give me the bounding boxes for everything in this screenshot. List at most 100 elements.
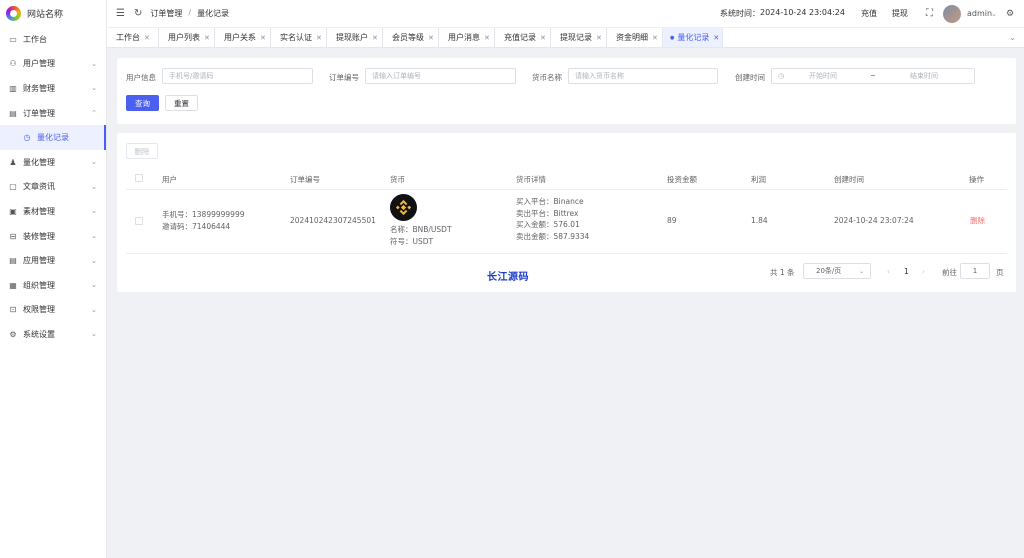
close-icon[interactable]: ✕: [428, 34, 434, 42]
sidebar-item-label: 装修管理: [23, 231, 55, 241]
sidebar-item-label: 组织管理: [23, 280, 55, 290]
sidebar-item-label: 用户管理: [23, 59, 55, 69]
chevron-down-icon[interactable]: ⌄: [991, 10, 997, 18]
breadcrumb-item[interactable]: 订单管理: [150, 8, 182, 19]
sidebar-item[interactable]: ⊡ 权限管理 ⌄: [0, 298, 106, 323]
date-range-picker[interactable]: ◷ 开始时间 ~ 结束时间: [771, 68, 975, 84]
close-icon[interactable]: ✕: [540, 34, 546, 42]
breadcrumb: 订单管理 / 量化记录: [150, 8, 229, 19]
col-profit: 利润: [751, 175, 766, 184]
recharge-link[interactable]: 充值: [861, 8, 877, 19]
close-icon[interactable]: ✕: [596, 34, 602, 42]
sidebar-item[interactable]: ♟ 量化管理 ⌄: [0, 150, 106, 175]
chevron-down-icon: ⌄: [91, 207, 97, 216]
sidebar-item[interactable]: ⊟ 装修管理 ⌄: [0, 224, 106, 249]
user-icon: ⚇: [9, 59, 17, 69]
sidebar-item-label: 素材管理: [23, 206, 55, 216]
created-cell: 2024-10-24 23:07:24: [834, 216, 914, 225]
tab[interactable]: 用户列表 ✕: [159, 28, 215, 47]
close-icon[interactable]: ✕: [713, 34, 719, 42]
app-icon: ▤: [9, 256, 17, 266]
breadcrumb-item: 量化记录: [197, 9, 230, 18]
tab[interactable]: 工作台 ✕: [107, 28, 159, 47]
tab[interactable]: 用户消息 ✕: [439, 28, 495, 47]
col-coin-detail: 货币详情: [516, 175, 546, 184]
row-checkbox[interactable]: [135, 217, 143, 225]
search-button[interactable]: 查询: [126, 95, 159, 111]
close-icon[interactable]: ✕: [652, 34, 658, 42]
close-icon[interactable]: ✕: [260, 34, 266, 42]
goto-page-input[interactable]: 1: [960, 263, 990, 279]
tabs-dropdown-icon[interactable]: ⌄: [1009, 33, 1016, 42]
prev-page-icon[interactable]: ‹: [887, 267, 890, 276]
sidebar-item[interactable]: ▤ 订单管理 ⌃: [0, 101, 106, 126]
avatar[interactable]: [943, 4, 961, 23]
sidebar: 网站名称 ▭ 工作台 ⚇ 用户管理 ⌄ ▥ 财务管理 ⌄ ▤ 订单管理 ⌃ ◷ 量化记录 ♟ 量化管理 ⌄ ▢ 文…: [0, 0, 107, 558]
sell-platform: 卖出平台：Bittrex: [516, 208, 579, 218]
reset-button[interactable]: 重置: [165, 95, 198, 111]
picture-icon: ▣: [9, 206, 17, 216]
invest-cell: 89: [667, 216, 677, 225]
sidebar-item[interactable]: ▤ 应用管理 ⌄: [0, 248, 106, 273]
refresh-icon[interactable]: ↻: [134, 8, 142, 19]
sidebar-item-label: 工作台: [23, 34, 47, 44]
chevron-down-icon: ⌄: [858, 267, 864, 275]
tab-label: 提现记录: [560, 33, 592, 42]
logo[interactable]: 网站名称: [0, 0, 106, 27]
sidebar-item[interactable]: ⚙ 系统设置 ⌄: [0, 322, 106, 347]
chevron-down-icon: ⌄: [91, 256, 97, 265]
col-action: 操作: [969, 175, 984, 184]
close-icon[interactable]: ✕: [484, 34, 490, 42]
tab[interactable]: 会员等级 ✕: [383, 28, 439, 47]
buy-platform: 买入平台：Binance: [516, 197, 584, 206]
order-no-input[interactable]: 请输入订单编号: [365, 68, 516, 84]
table-row: 手机号：13899999999 邀请码：71406444 20241024230…: [126, 190, 1007, 254]
close-icon[interactable]: ✕: [372, 34, 378, 42]
end-time-input[interactable]: 结束时间: [910, 71, 938, 81]
col-invest: 投资金额: [667, 175, 697, 184]
tab[interactable]: 实名认证 ✕: [271, 28, 327, 47]
close-icon[interactable]: ✕: [204, 34, 210, 42]
page-size-select[interactable]: 20条/页 ⌄: [803, 263, 871, 279]
sidebar-item[interactable]: ▥ 财务管理 ⌄: [0, 76, 106, 101]
menu-toggle-icon[interactable]: ☰: [116, 8, 125, 19]
tab[interactable]: 提现账户 ✕: [327, 28, 383, 47]
username[interactable]: admin: [967, 9, 992, 18]
tab[interactable]: ● 量化记录 ✕: [663, 28, 723, 47]
tab[interactable]: 充值记录 ✕: [495, 28, 551, 47]
sidebar-item[interactable]: ◷ 量化记录: [0, 125, 106, 150]
close-icon[interactable]: ✕: [144, 34, 150, 42]
monitor-icon: ▭: [9, 34, 17, 44]
sidebar-item[interactable]: ▭ 工作台: [0, 27, 106, 52]
next-page-icon[interactable]: ›: [922, 267, 925, 276]
sidebar-item[interactable]: ⚇ 用户管理 ⌄: [0, 52, 106, 77]
close-icon[interactable]: ✕: [316, 34, 322, 42]
current-page[interactable]: 1: [904, 267, 909, 276]
row-delete-link[interactable]: 删除: [970, 215, 985, 227]
tab[interactable]: 提现记录 ✕: [551, 28, 607, 47]
tab[interactable]: 资金明细 ✕: [607, 28, 663, 47]
col-created: 创建时间: [834, 175, 864, 184]
tab[interactable]: 用户关系 ✕: [215, 28, 271, 47]
tab-label: 资金明细: [616, 33, 648, 42]
settings-gear-icon[interactable]: ⚙: [1006, 9, 1014, 19]
select-all-checkbox[interactable]: [135, 174, 143, 182]
sidebar-item[interactable]: ▦ 组织管理 ⌄: [0, 273, 106, 298]
batch-delete-button[interactable]: 删除: [126, 143, 158, 159]
start-time-input[interactable]: 开始时间: [809, 71, 837, 81]
coin-detail-cell: 买入平台：Binance 卖出平台：Bittrex 买入金额：576.01 卖出…: [516, 196, 589, 242]
user-info-input[interactable]: 手机号/邀请码: [162, 68, 313, 84]
app-title: 网站名称: [27, 10, 64, 20]
chevron-down-icon: ⌄: [91, 158, 97, 167]
withdraw-link[interactable]: 提现: [892, 8, 908, 19]
chevron-down-icon: ⌄: [91, 182, 97, 191]
tab-label: 工作台: [116, 33, 140, 42]
fullscreen-icon[interactable]: ⛶: [926, 8, 933, 19]
sidebar-item[interactable]: ▣ 素材管理 ⌄: [0, 199, 106, 224]
sidebar-item[interactable]: ▢ 文章资讯 ⌄: [0, 175, 106, 200]
chevron-down-icon: ⌄: [91, 330, 97, 339]
clock-icon: ◷: [23, 133, 31, 143]
robot-icon: ♟: [9, 157, 17, 167]
chart-icon: ▥: [9, 83, 17, 93]
coin-name-input[interactable]: 请输入货币名称: [568, 68, 718, 84]
